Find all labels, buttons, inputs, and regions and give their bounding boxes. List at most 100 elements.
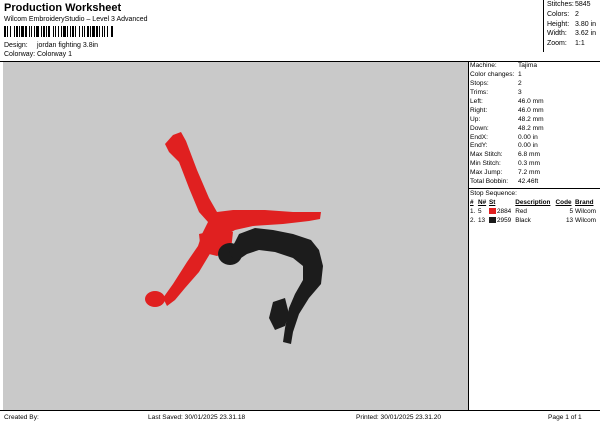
barcode-bar: [102, 26, 103, 37]
thread-code: 5: [569, 208, 574, 216]
barcode-bar: [92, 26, 95, 37]
barcode-bar: [7, 26, 8, 37]
info-row: Up: 48.2 mm: [470, 115, 544, 123]
column-header: Brand: [575, 199, 594, 207]
thread-brand: Wilcom: [575, 217, 596, 225]
stop-index: 1.: [470, 208, 476, 216]
barcode-bar: [48, 26, 50, 37]
info-row: Stops: 2: [470, 79, 522, 87]
info-row: Max Jump: 7.2 mm: [470, 169, 540, 177]
machine-info-panel: Machine: Tajima Color changes: 1 Stops: 2 T…: [469, 62, 600, 410]
barcode-bar: [55, 26, 56, 37]
stat-row: Height: 3.80 in: [547, 20, 597, 28]
barcode-bar: [36, 26, 39, 37]
colorway-label: Colorway:: [4, 51, 36, 58]
info-row: Color changes: 1: [470, 70, 522, 78]
embroidery-design: [145, 132, 323, 344]
printed-date: Printed: 30/01/2025 23.31.20: [356, 414, 442, 421]
column-header: #: [470, 199, 474, 207]
barcode-bar: [75, 26, 76, 37]
barcode-bar: [31, 26, 32, 37]
stop-sequence-table: # N# St Description Code Brand 1. 5 2884…: [469, 198, 599, 225]
color-swatch: [488, 208, 496, 215]
stat-row: Stitches:5845: [547, 1, 591, 8]
page-number: Page 1 of 1: [548, 414, 582, 421]
info-row: Left: 46.0 mm: [470, 97, 544, 105]
info-row: EndY: 0.00 in: [470, 142, 538, 150]
summary-stats: Stitches:5845 Colors: 2 Height: 3.80 in Wi…: [543, 0, 600, 52]
barcode-bar: [41, 26, 42, 37]
design-label: Design:: [4, 42, 28, 49]
stitch-count: 2884: [488, 207, 514, 216]
barcode-bar: [70, 26, 71, 37]
barcode-bar: [46, 26, 47, 37]
color-description: Red: [515, 208, 527, 216]
column-header: Code: [555, 199, 572, 207]
colorway-value: Colorway 1: [36, 51, 72, 58]
barcode-bar: [107, 26, 108, 37]
barcode-bar: [14, 26, 15, 37]
design-value: jordan fighting 3.8in: [36, 42, 99, 49]
worksheet-header: Production Worksheet Wilcom EmbroiderySt…: [0, 0, 600, 62]
barcode-bar: [99, 26, 100, 37]
stat-row: Zoom: 1:1: [547, 40, 585, 48]
last-saved: Last Saved: 30/01/2025 23.31.18: [148, 414, 246, 421]
page-title: Production Worksheet: [4, 2, 122, 14]
barcode-bar: [84, 26, 85, 37]
design-row: Design: jordan fighting 3.8in: [4, 42, 98, 49]
barcode-bar: [87, 26, 89, 37]
needle-number: 13: [477, 217, 486, 225]
worksheet-footer: Created By: Last Saved: 30/01/2025 23.31…: [0, 410, 600, 424]
column-header: Description: [515, 199, 551, 207]
color-swatch: [488, 217, 496, 224]
info-row: Machine: Tajima: [470, 62, 538, 69]
barcode-bar: [96, 26, 98, 37]
barcode-bar: [82, 26, 83, 37]
barcode-bar: [104, 26, 105, 37]
stat-row: Width: 3.62 in: [547, 30, 597, 38]
info-row: Right: 46.0 mm: [470, 106, 544, 114]
created-by: Created By:: [4, 414, 39, 421]
barcode-bar: [4, 26, 6, 37]
thread-brand: Wilcom: [575, 208, 596, 216]
stop-sequence-title: Stop Sequence:: [470, 190, 517, 198]
software-subtitle: Wilcom EmbroideryStudio – Level 3 Advanc…: [4, 16, 148, 23]
barcode-bar: [90, 26, 91, 37]
barcode-bar: [111, 26, 113, 37]
red-figure: [145, 132, 321, 307]
info-row: EndX: 0.00 in: [470, 133, 538, 141]
barcode-bar: [79, 26, 80, 37]
barcode: [4, 26, 113, 37]
barcode-bar: [58, 26, 59, 37]
table-row: 1. 5 2884 Red 5 Wilcom: [469, 207, 599, 216]
barcode-bar: [29, 26, 30, 37]
barcode-bar: [34, 26, 35, 37]
info-row: Total Bobbin: 42.46ft: [470, 178, 539, 186]
barcode-bar: [10, 26, 11, 37]
barcode-bar: [25, 26, 27, 37]
table-row: 2. 13 2959 Black 13 Wilcom: [469, 216, 599, 225]
info-row: Trims: 3: [470, 88, 522, 96]
thread-code: 13: [565, 217, 574, 225]
barcode-bar: [43, 26, 45, 37]
info-row: Down: 48.2 mm: [470, 124, 544, 132]
barcode-bar: [19, 26, 20, 37]
needle-number: 5: [477, 208, 482, 216]
black-figure: [218, 228, 323, 344]
stitch-count: 2959: [488, 216, 514, 225]
colorway-row: Colorway: Colorway 1: [4, 51, 72, 58]
color-description: Black: [515, 217, 531, 225]
barcode-bar: [61, 26, 62, 37]
column-header: St: [488, 199, 496, 207]
stat-row: Colors: 2: [547, 10, 579, 18]
barcode-bar: [53, 26, 54, 37]
barcode-bar: [67, 26, 68, 37]
barcode-bar: [72, 26, 74, 37]
stop-index: 2.: [470, 217, 476, 225]
barcode-bar: [63, 26, 66, 37]
column-header: N#: [477, 199, 487, 207]
info-row: Min Stitch: 0.3 mm: [470, 160, 540, 168]
design-preview: [3, 62, 469, 410]
barcode-bar: [21, 26, 24, 37]
info-row: Max Stitch: 6.8 mm: [470, 151, 540, 159]
